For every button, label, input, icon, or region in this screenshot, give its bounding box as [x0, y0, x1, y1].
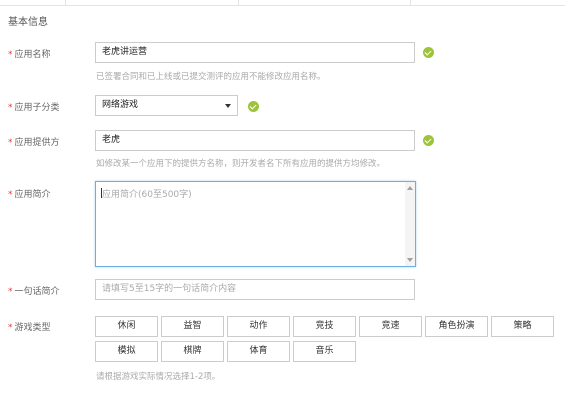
- game-type-label-text: 游戏类型: [14, 323, 51, 333]
- tab-divider: [65, 0, 66, 5]
- app-provider-hint: 如修改某一个应用下的提供方名称，则开发者名下所有应用的提供方均修改。: [96, 159, 386, 169]
- app-provider-input[interactable]: 老虎: [95, 130, 415, 151]
- game-type-tag[interactable]: 体育: [227, 341, 290, 362]
- app-intro-label-text: 应用简介: [14, 190, 51, 200]
- game-type-tag[interactable]: 策略: [491, 316, 554, 337]
- text-cursor: [101, 188, 102, 198]
- required-mark: *: [8, 138, 13, 148]
- app-provider-label: * 应用提供方: [8, 135, 60, 148]
- one-line-intro-input[interactable]: 请填写5至15字的一句话简介内容: [95, 279, 415, 300]
- game-type-label: * 游戏类型: [8, 320, 51, 333]
- check-circle-icon: [248, 101, 259, 112]
- game-type-tag[interactable]: 角色扮演: [425, 316, 488, 337]
- scroll-up-arrow-icon[interactable]: [407, 186, 413, 190]
- required-mark: *: [8, 50, 13, 60]
- required-mark: *: [8, 323, 13, 333]
- one-line-intro-label: * 一句话简介: [8, 284, 60, 297]
- check-circle-icon: [423, 47, 434, 58]
- tab-divider: [238, 0, 239, 5]
- app-intro-textarea[interactable]: 应用简介(60至500字): [95, 181, 416, 267]
- check-circle-icon: [423, 135, 434, 146]
- tab-divider: [410, 0, 411, 5]
- game-type-tag[interactable]: 棋牌: [161, 341, 224, 362]
- app-provider-label-text: 应用提供方: [14, 138, 60, 148]
- game-type-tag[interactable]: 休闲: [95, 316, 158, 337]
- game-type-hint: 请根据游戏实际情况选择1-2项。: [96, 372, 221, 382]
- textarea-scrollbar[interactable]: [405, 182, 415, 266]
- game-type-tag[interactable]: 音乐: [293, 341, 356, 362]
- game-type-tag[interactable]: 动作: [227, 316, 290, 337]
- required-mark: *: [8, 190, 13, 200]
- game-type-tag[interactable]: 竞技: [293, 316, 356, 337]
- game-type-tag[interactable]: 益智: [161, 316, 224, 337]
- app-name-label-text: 应用名称: [14, 50, 51, 60]
- app-subcategory-select[interactable]: 网络游戏: [95, 95, 238, 116]
- caret-down-icon: [225, 104, 231, 108]
- app-name-input[interactable]: 老虎讲运营: [95, 42, 415, 63]
- app-subcategory-label: * 应用子分类: [8, 100, 60, 113]
- app-intro-placeholder: 应用简介(60至500字): [102, 190, 192, 200]
- app-subcategory-value: 网络游戏: [102, 100, 139, 110]
- required-mark: *: [8, 103, 13, 113]
- top-tab-strip: [0, 0, 565, 6]
- game-type-tag[interactable]: 模拟: [95, 341, 158, 362]
- app-subcategory-label-text: 应用子分类: [14, 103, 60, 113]
- section-title: 基本信息: [8, 17, 48, 28]
- scroll-down-arrow-icon[interactable]: [407, 258, 413, 262]
- app-name-label: * 应用名称: [8, 47, 51, 60]
- app-name-hint: 已签署合同和已上线或已提交测评的应用不能修改应用名称。: [96, 72, 326, 82]
- game-type-tag[interactable]: 竞速: [359, 316, 422, 337]
- required-mark: *: [8, 287, 13, 297]
- one-line-intro-label-text: 一句话简介: [14, 287, 60, 297]
- app-intro-label: * 应用简介: [8, 187, 51, 200]
